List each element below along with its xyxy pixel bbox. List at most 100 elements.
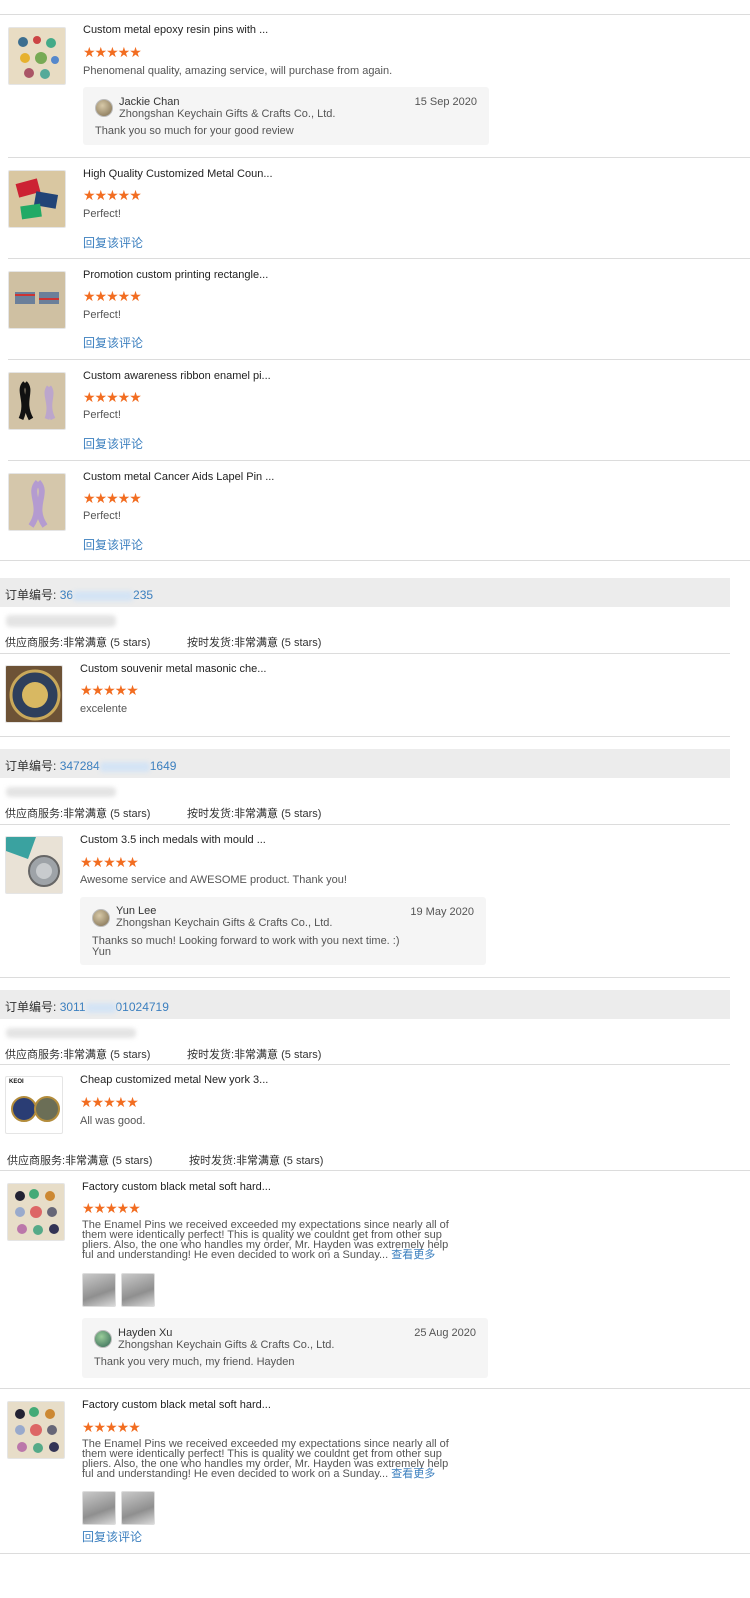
supplier-reply: Hayden Xu Zhongshan Keychain Gifts & Cra…	[82, 1318, 488, 1378]
redacted-buyer	[6, 615, 116, 627]
product-thumbnail[interactable]	[5, 665, 63, 723]
product-thumbnail[interactable]	[5, 836, 63, 894]
product-title[interactable]: Custom metal epoxy resin pins with ...	[83, 24, 268, 36]
replier-name: Jackie Chan	[119, 96, 180, 108]
rating-stars: ★★★★★	[83, 44, 142, 60]
product-title[interactable]: Custom awareness ribbon enamel pi...	[83, 370, 271, 382]
product-thumbnail[interactable]	[8, 170, 66, 228]
reply-date: 15 Sep 2020	[414, 96, 477, 108]
review-photo[interactable]	[121, 1273, 155, 1307]
order-number-label: 订单编号: 347284 1649	[5, 759, 177, 773]
rating-stars: ★★★★★	[80, 1094, 139, 1110]
product-title[interactable]: Custom souvenir metal masonic che...	[80, 663, 266, 675]
order-header: 订单编号: 36 235	[0, 578, 730, 607]
divider	[8, 157, 750, 158]
divider	[8, 258, 750, 259]
product-title[interactable]: Custom metal Cancer Aids Lapel Pin ...	[83, 471, 274, 483]
order-number[interactable]: 3011 01024719	[60, 1000, 169, 1014]
review-text: Perfect!	[83, 208, 121, 220]
rating-stars: ★★★★★	[80, 682, 139, 698]
replier-name: Yun Lee	[116, 905, 157, 917]
on-time-delivery-rating: 按时发货:非常满意 (5 stars)	[189, 1155, 324, 1167]
order-number[interactable]: 347284 1649	[60, 759, 177, 773]
pins-image	[18, 36, 59, 79]
product-title[interactable]: Promotion custom printing rectangle...	[83, 269, 268, 281]
divider	[0, 653, 730, 654]
reply-review-link[interactable]: 回复该评论	[83, 334, 143, 351]
review-photo[interactable]	[121, 1491, 155, 1525]
reply-message-signature: Yun	[92, 946, 111, 958]
replier-company: Zhongshan Keychain Gifts & Crafts Co., L…	[119, 108, 336, 120]
review-text: excelente	[80, 703, 128, 715]
replier-company: Zhongshan Keychain Gifts & Crafts Co., L…	[118, 1339, 335, 1351]
rating-stars: ★★★★★	[83, 490, 142, 506]
product-title[interactable]: Cheap customized metal New york 3...	[80, 1074, 268, 1086]
order-header: 订单编号: 3011 01024719	[0, 990, 730, 1019]
product-thumbnail[interactable]: KEOI	[5, 1076, 63, 1134]
coin-image	[9, 669, 61, 721]
review-text: The Enamel Pins we received exceeded my …	[82, 1219, 449, 1261]
avatar	[92, 909, 110, 927]
avatar	[94, 1330, 112, 1348]
product-thumbnail[interactable]	[7, 1183, 65, 1241]
ribbon-pin-image	[28, 479, 48, 528]
replier-company: Zhongshan Keychain Gifts & Crafts Co., L…	[116, 917, 333, 929]
product-title[interactable]: Custom 3.5 inch medals with mould ...	[80, 834, 266, 846]
product-title[interactable]: Factory custom black metal soft hard...	[82, 1399, 271, 1411]
avatar	[95, 99, 113, 117]
review-text: All was good.	[80, 1115, 146, 1127]
divider	[0, 977, 730, 978]
divider	[0, 1064, 730, 1065]
product-thumbnail[interactable]	[8, 271, 66, 329]
rating-stars: ★★★★★	[82, 1200, 141, 1216]
reply-review-link[interactable]: 回复该评论	[83, 536, 143, 553]
divider	[0, 824, 730, 825]
product-title[interactable]: Factory custom black metal soft hard...	[82, 1181, 271, 1193]
reply-message: Thanks so much! Looking forward to work …	[92, 935, 400, 947]
rating-stars: ★★★★★	[82, 1419, 141, 1435]
supplier-service-rating: 供应商服务:非常满意 (5 stars)	[5, 1049, 151, 1061]
redacted-buyer	[6, 787, 116, 797]
on-time-delivery-rating: 按时发货:非常满意 (5 stars)	[187, 808, 322, 820]
rating-stars: ★★★★★	[83, 389, 142, 405]
divider	[0, 1388, 750, 1389]
divider	[0, 14, 750, 15]
supplier-service-rating: 供应商服务:非常满意 (5 stars)	[7, 1155, 153, 1167]
review-photo[interactable]	[82, 1491, 116, 1525]
enamel-pins-image	[15, 1407, 59, 1453]
thumbnail-logo-text: KEOI	[9, 1079, 24, 1085]
enamel-pins-image	[15, 1189, 59, 1235]
see-more-link[interactable]: 查看更多	[391, 1468, 435, 1480]
divider	[0, 736, 730, 737]
order-number[interactable]: 36 235	[60, 588, 153, 602]
product-thumbnail[interactable]	[8, 372, 66, 430]
reply-message: Thank you so much for your good review	[95, 125, 294, 137]
divider	[0, 1170, 750, 1171]
review-text: Awesome service and AWESOME product. Tha…	[80, 874, 347, 886]
reply-review-link[interactable]: 回复该评论	[82, 1528, 142, 1545]
product-title[interactable]: High Quality Customized Metal Coun...	[83, 168, 273, 180]
order-header: 订单编号: 347284 1649	[0, 749, 730, 778]
on-time-delivery-rating: 按时发货:非常满意 (5 stars)	[187, 637, 322, 649]
review-text: Perfect!	[83, 510, 121, 522]
supplier-reply: Jackie Chan Zhongshan Keychain Gifts & C…	[83, 87, 489, 145]
reply-date: 19 May 2020	[410, 906, 474, 918]
see-more-link[interactable]: 查看更多	[391, 1249, 435, 1261]
reply-message: Thank you very much, my friend. Hayden	[94, 1356, 295, 1368]
review-photo[interactable]	[82, 1273, 116, 1307]
product-thumbnail[interactable]	[7, 1401, 65, 1459]
reply-review-link[interactable]: 回复该评论	[83, 435, 143, 452]
rating-stars: ★★★★★	[83, 288, 142, 304]
divider	[0, 1553, 750, 1554]
review-text: Perfect!	[83, 309, 121, 321]
rectangle-pins-image	[15, 292, 59, 304]
product-thumbnail[interactable]	[8, 473, 66, 531]
divider	[0, 560, 750, 561]
reply-review-link[interactable]: 回复该评论	[83, 234, 143, 251]
reply-date: 25 Aug 2020	[414, 1327, 476, 1339]
order-number-label: 订单编号: 3011 01024719	[5, 1000, 169, 1014]
medal-image	[6, 837, 60, 887]
flag-pins-image	[15, 178, 59, 220]
supplier-service-rating: 供应商服务:非常满意 (5 stars)	[5, 637, 151, 649]
product-thumbnail[interactable]	[8, 27, 66, 85]
